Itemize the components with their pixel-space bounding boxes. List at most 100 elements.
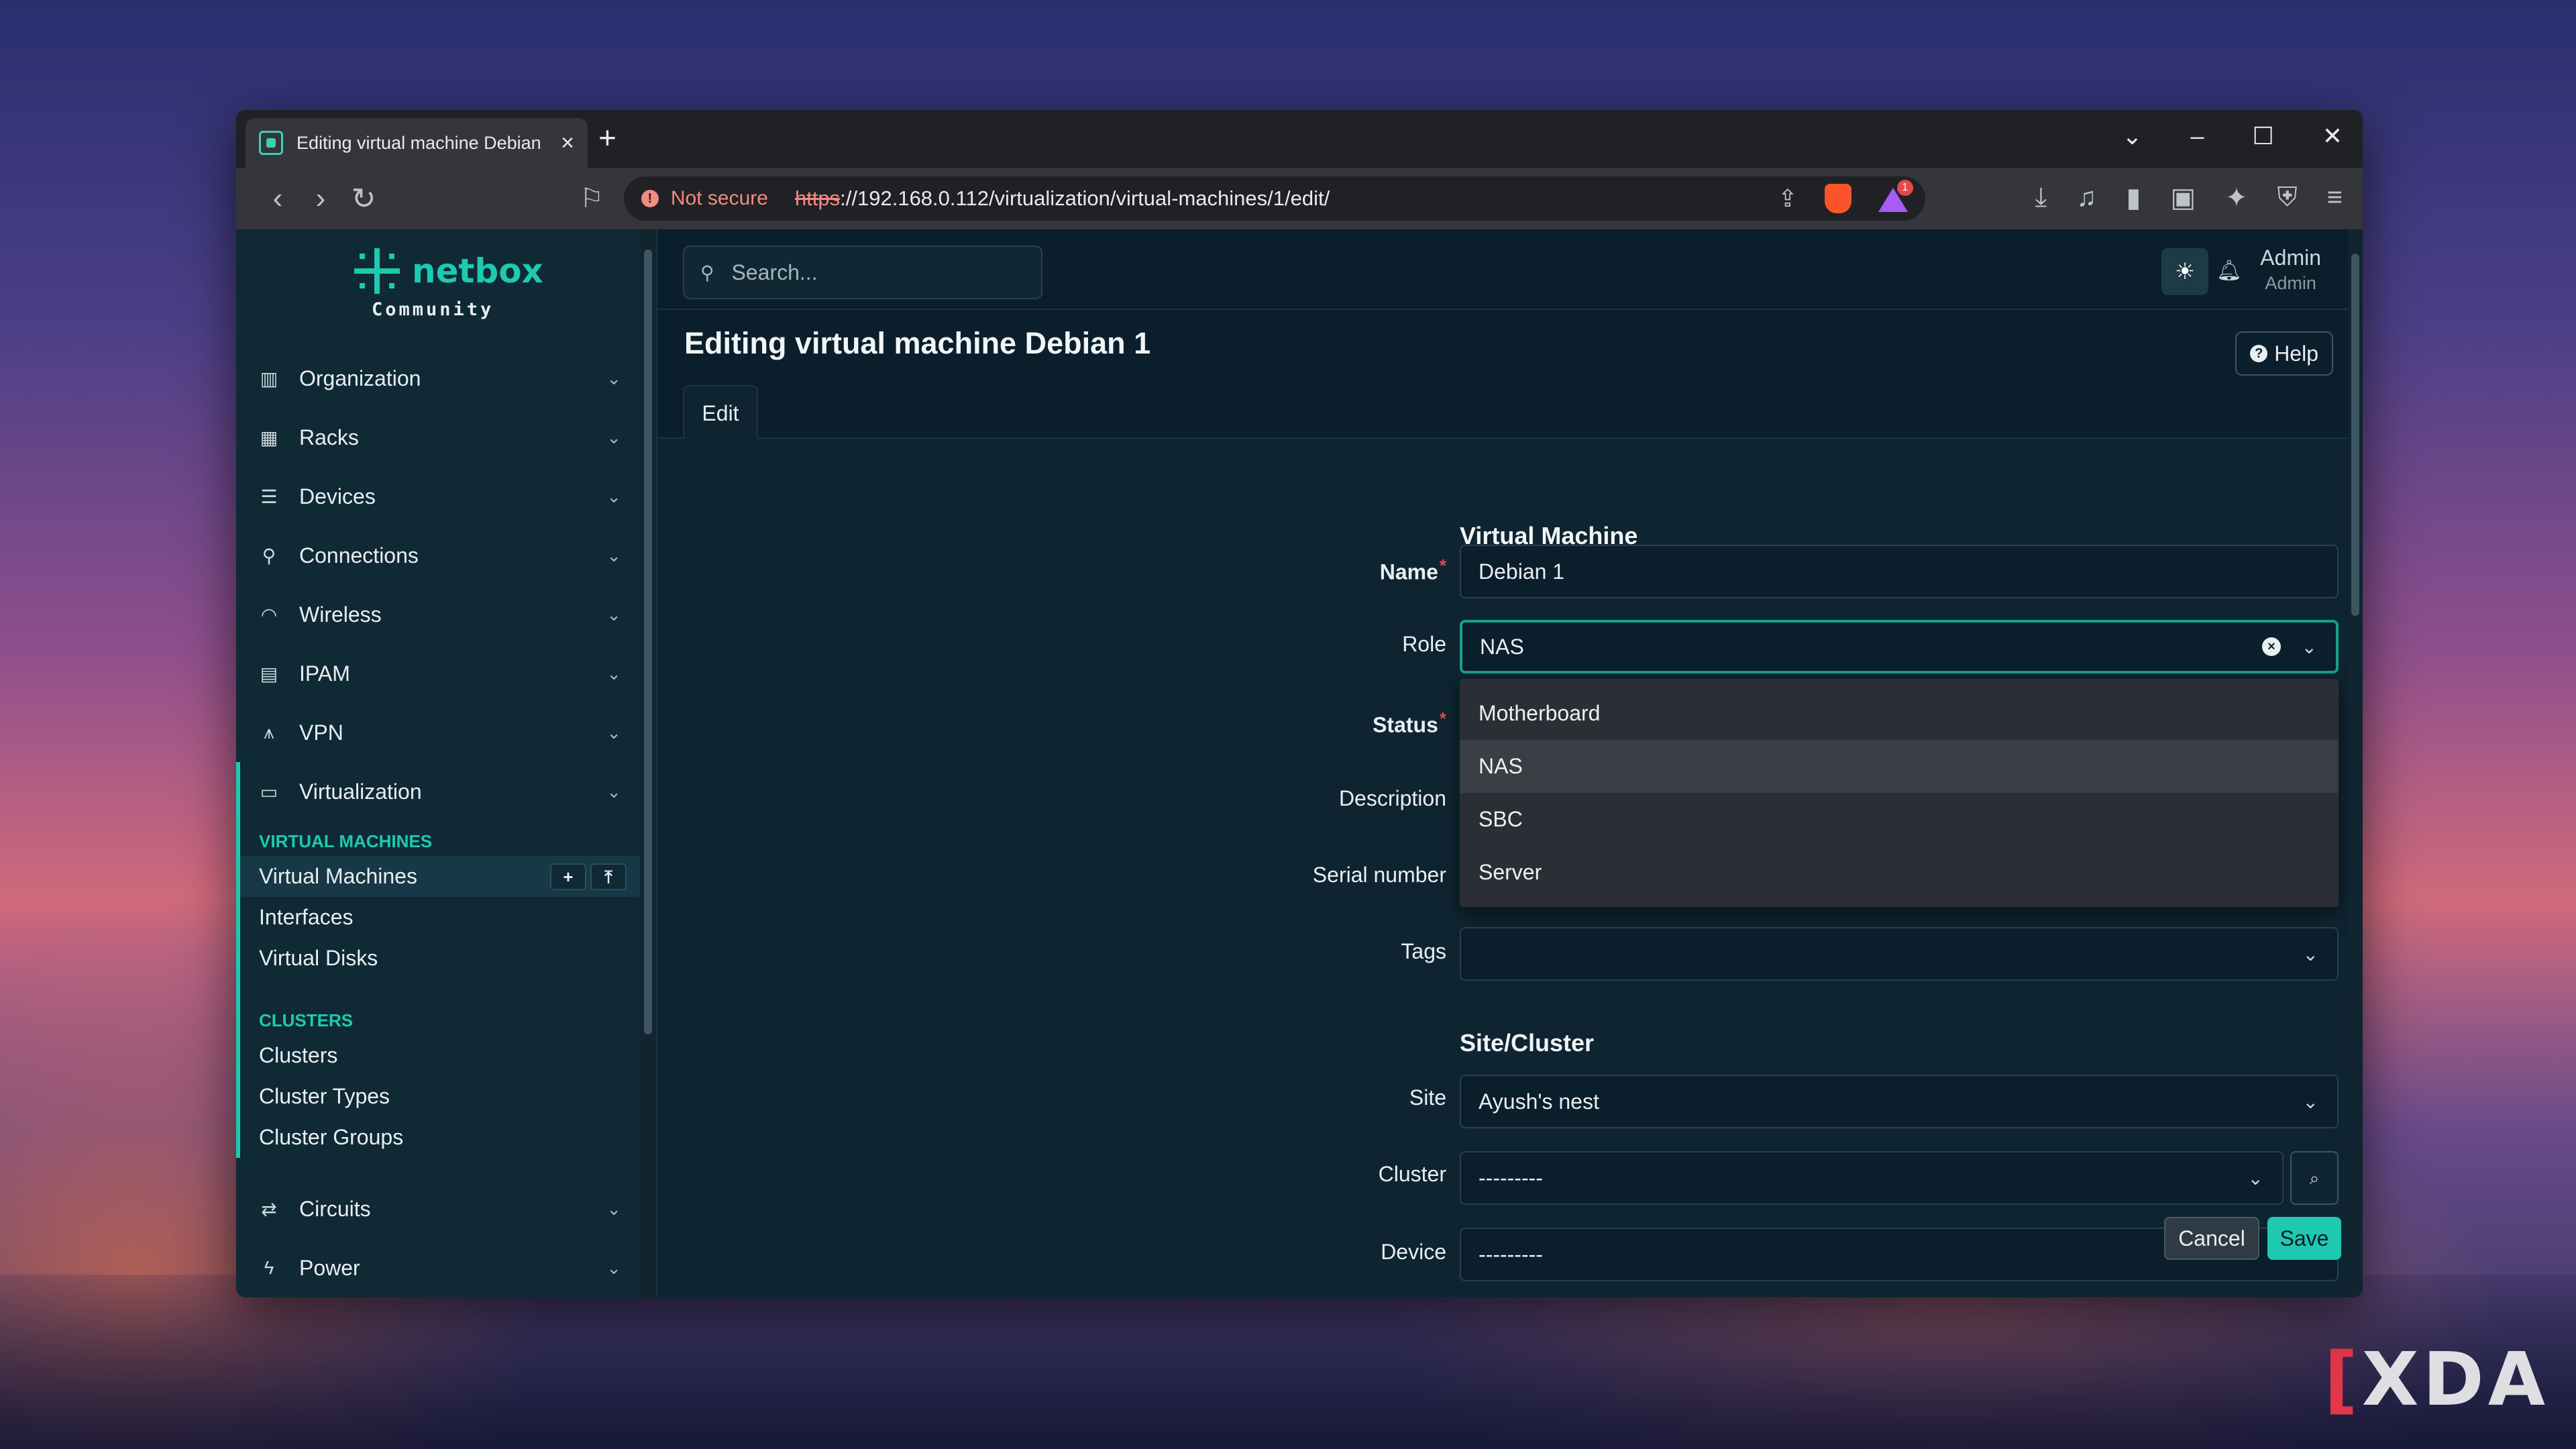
monitor-icon: ▭ bbox=[260, 781, 278, 802]
sidebar-scrollbar[interactable] bbox=[640, 229, 656, 1297]
role-option-server[interactable]: Server bbox=[1460, 846, 2339, 899]
vm-quick-actions: + ⤒ bbox=[550, 863, 627, 890]
sidebar-nav: ▥ Organization ⌄ ▦ Racks ⌄ ☰ Devices ⌄ ⚲ Connec… bbox=[236, 349, 641, 1297]
role-option-motherboard[interactable]: Motherboard bbox=[1460, 687, 2339, 740]
close-tab-icon[interactable]: × bbox=[561, 131, 574, 154]
sidebar-link-virtual-machines[interactable]: Virtual Machines + ⤒ bbox=[240, 856, 641, 897]
import-vm-button[interactable]: ⤒ bbox=[590, 863, 627, 890]
main-scrollbar[interactable] bbox=[2348, 229, 2363, 1297]
url-text[interactable]: https://192.168.0.112/virtualization/vir… bbox=[795, 186, 1766, 211]
chevron-down-icon: ⌄ bbox=[606, 1198, 621, 1219]
global-search[interactable]: ⚲ bbox=[683, 246, 1042, 299]
virtualization-submenu: VIRTUAL MACHINES Virtual Machines + ⤒ In… bbox=[236, 821, 641, 1158]
tab-bar: Editing virtual machine Debian × + ⌄ – ☐… bbox=[236, 110, 2363, 168]
netbox-logo[interactable]: netbox bbox=[350, 244, 543, 298]
main-content: ⚲ ☀ 🔔︎ Admin Admin Editing virtual machi… bbox=[657, 229, 2363, 1297]
address-bar[interactable]: ! Not secure https://192.168.0.112/virtu… bbox=[623, 176, 1925, 221]
sidebar-link-virtual-disks[interactable]: Virtual Disks bbox=[259, 938, 641, 979]
download-icon[interactable]: ⤓ bbox=[2035, 182, 2047, 213]
share-icon[interactable]: ⇪ bbox=[1778, 184, 1798, 213]
leo-ai-icon[interactable]: ✦ bbox=[2225, 182, 2248, 213]
window-controls: ⌄ – ☐ ✕ bbox=[2122, 122, 2343, 150]
address-bar-icons: ⇪ 1 bbox=[1778, 180, 1913, 213]
minimize-icon[interactable]: – bbox=[2191, 122, 2204, 150]
cluster-select[interactable]: --------- ⌄ bbox=[1460, 1151, 2284, 1205]
sidebar-item-circuits[interactable]: ⇄ Circuits ⌄ bbox=[236, 1179, 641, 1238]
sidebar-item-label: Devices bbox=[299, 484, 376, 508]
user-menu[interactable]: Admin Admin bbox=[2260, 246, 2321, 294]
cluster-selector-button[interactable]: ⌕ bbox=[2290, 1151, 2339, 1205]
search-input[interactable] bbox=[731, 260, 1014, 285]
tab-edit[interactable]: Edit bbox=[683, 385, 758, 440]
section-title-site-cluster: Site/Cluster bbox=[1460, 1029, 1595, 1057]
sidebar-item-racks[interactable]: ▦ Racks ⌄ bbox=[236, 408, 641, 467]
submenu-heading: CLUSTERS bbox=[259, 1010, 354, 1030]
forward-icon[interactable]: › bbox=[299, 182, 342, 215]
theme-toggle-button[interactable]: ☀ bbox=[2161, 248, 2208, 295]
site-select[interactable]: Ayush's nest ⌄ bbox=[1460, 1075, 2339, 1128]
tags-select[interactable]: ⌄ bbox=[1460, 927, 2339, 981]
menu-icon[interactable]: ≡ bbox=[2327, 182, 2343, 213]
sidebar-item-connections[interactable]: ⚲ Connections ⌄ bbox=[236, 526, 641, 585]
rack-icon: ▦ bbox=[260, 427, 278, 448]
sidebar-item-ipam[interactable]: ▤ IPAM ⌄ bbox=[236, 644, 641, 703]
sidebar-item-vpn[interactable]: ⩚ VPN ⌄ bbox=[236, 703, 641, 762]
browser-tab[interactable]: Editing virtual machine Debian × bbox=[246, 118, 588, 168]
sidebar-item-label: Connections bbox=[299, 543, 419, 568]
building-icon: ▥ bbox=[260, 368, 278, 389]
sidebar-item-virtualization[interactable]: ▭ Virtualization ⌄ bbox=[236, 762, 641, 821]
sidebar-item-wireless[interactable]: ◠ Wireless ⌄ bbox=[236, 585, 641, 644]
sidebar-scrollbar-thumb[interactable] bbox=[644, 250, 652, 1034]
chevron-down-icon: ⌄ bbox=[606, 427, 621, 447]
close-window-icon[interactable]: ✕ bbox=[2322, 122, 2343, 150]
chevron-down-icon[interactable]: ⌄ bbox=[2303, 943, 2318, 965]
user-name: Admin bbox=[2260, 246, 2321, 270]
sidebar-link-cluster-types[interactable]: Cluster Types bbox=[259, 1076, 641, 1117]
new-tab-icon[interactable]: + bbox=[598, 119, 616, 156]
sidebar-toggle-icon[interactable]: ▮ bbox=[2126, 182, 2141, 213]
help-button[interactable]: ? Help bbox=[2235, 331, 2333, 376]
wallet-icon[interactable]: ▣ bbox=[2170, 182, 2196, 213]
role-option-sbc[interactable]: SBC bbox=[1460, 793, 2339, 846]
media-icon[interactable]: ♫ bbox=[2076, 182, 2096, 213]
logo-subtitle: Community bbox=[372, 299, 494, 320]
rewards-badge: 1 bbox=[1896, 180, 1913, 196]
reload-icon[interactable]: ↻ bbox=[342, 182, 385, 216]
sidebar-link-cluster-groups[interactable]: Cluster Groups bbox=[259, 1117, 641, 1158]
name-input[interactable]: Debian 1 bbox=[1460, 545, 2339, 598]
role-option-nas[interactable]: NAS bbox=[1460, 740, 2339, 793]
sidebar: netbox Community ▥ Organization ⌄ ▦ Racks ⌄ … bbox=[236, 229, 657, 1297]
tab-search-chevron-icon[interactable]: ⌄ bbox=[2122, 122, 2142, 150]
main-scrollbar-thumb[interactable] bbox=[2351, 254, 2359, 616]
sidebar-link-clusters[interactable]: Clusters bbox=[259, 1035, 641, 1076]
cancel-button[interactable]: Cancel bbox=[2164, 1217, 2259, 1260]
sidebar-item-label: Virtualization bbox=[299, 779, 422, 804]
sidebar-item-power[interactable]: ϟ Power ⌄ bbox=[236, 1238, 641, 1297]
sidebar-item-organization[interactable]: ▥ Organization ⌄ bbox=[236, 349, 641, 408]
sidebar-link-interfaces[interactable]: Interfaces bbox=[259, 897, 641, 938]
chevron-down-icon: ⌄ bbox=[606, 545, 621, 566]
brave-shields-icon[interactable] bbox=[1824, 184, 1851, 213]
chevron-down-icon[interactable]: ⌄ bbox=[2248, 1167, 2263, 1189]
brave-rewards-icon[interactable]: 1 bbox=[1878, 180, 1913, 212]
notifications-bell-icon[interactable]: 🔔︎ bbox=[2216, 259, 2242, 282]
back-icon[interactable]: ‹ bbox=[256, 182, 299, 215]
magnify-icon: ⌕ bbox=[2309, 1168, 2320, 1188]
add-vm-button[interactable]: + bbox=[550, 863, 586, 890]
security-label[interactable]: Not secure bbox=[671, 187, 768, 210]
bookmark-icon[interactable]: ⚐ bbox=[580, 183, 604, 214]
sidebar-item-devices[interactable]: ☰ Devices ⌄ bbox=[236, 467, 641, 526]
tab-title: Editing virtual machine Debian bbox=[297, 132, 541, 153]
clear-selection-icon[interactable]: × bbox=[2262, 637, 2281, 656]
chevron-down-icon[interactable]: ⌄ bbox=[2302, 636, 2317, 658]
maximize-icon[interactable]: ☐ bbox=[2253, 122, 2274, 150]
sidebar-item-label: Racks bbox=[299, 425, 359, 449]
role-select[interactable]: NAS × ⌄ bbox=[1460, 620, 2339, 674]
plug-icon: ⚲ bbox=[262, 545, 276, 566]
chevron-down-icon[interactable]: ⌄ bbox=[2303, 1091, 2318, 1113]
save-button[interactable]: Save bbox=[2267, 1217, 2341, 1260]
browser-toolbar: ‹ › ↻ ⚐ ! Not secure https://192.168.0.1… bbox=[236, 168, 2363, 229]
chevron-down-icon: ⌄ bbox=[606, 722, 621, 743]
browser-window: Editing virtual machine Debian × + ⌄ – ☐… bbox=[236, 110, 2363, 1297]
vpn-shield-icon[interactable]: ⛨ bbox=[2277, 182, 2298, 213]
